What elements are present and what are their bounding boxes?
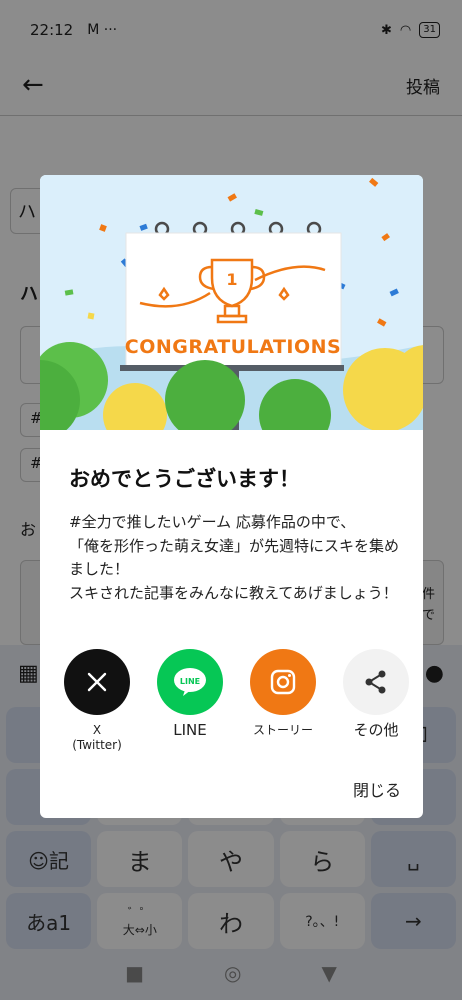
share-options: X (Twitter) LINE LINE ストーリー その他 [64,649,409,753]
share-line-label: LINE [173,721,207,739]
congratulations-banner-text: CONGRATULATIONS [125,336,341,358]
share-instagram-story[interactable]: ストーリー [250,649,316,753]
instagram-icon[interactable] [250,649,316,715]
x-logo-icon[interactable] [64,649,130,715]
close-button[interactable]: 閉じる [353,777,401,801]
share-x-twitter[interactable]: X (Twitter) [64,649,130,753]
share-other-label: その他 [353,721,399,739]
share-x-label: X (Twitter) [72,723,122,752]
congratulations-dialog: 1 CONGRATULATIONS おめでとうございます！ #全力で推したいゲー… [40,175,423,818]
line-logo-icon[interactable]: LINE [157,649,223,715]
billboard-illustration: 1 CONGRATULATIONS [40,175,423,430]
share-icon[interactable] [343,649,409,715]
dialog-message: #全力で推したいゲーム 応募作品の中で、 「俺を形作った萌え女達」が先週特にスキ… [69,513,400,602]
share-line[interactable]: LINE LINE [157,649,223,753]
share-story-label: ストーリー [252,723,313,737]
dialog-title: おめでとうございます！ [69,467,300,491]
share-other[interactable]: その他 [343,649,409,753]
hero-illustration: 1 CONGRATULATIONS [40,175,423,430]
trophy-number: 1 [226,270,237,289]
svg-text:LINE: LINE [180,677,200,686]
